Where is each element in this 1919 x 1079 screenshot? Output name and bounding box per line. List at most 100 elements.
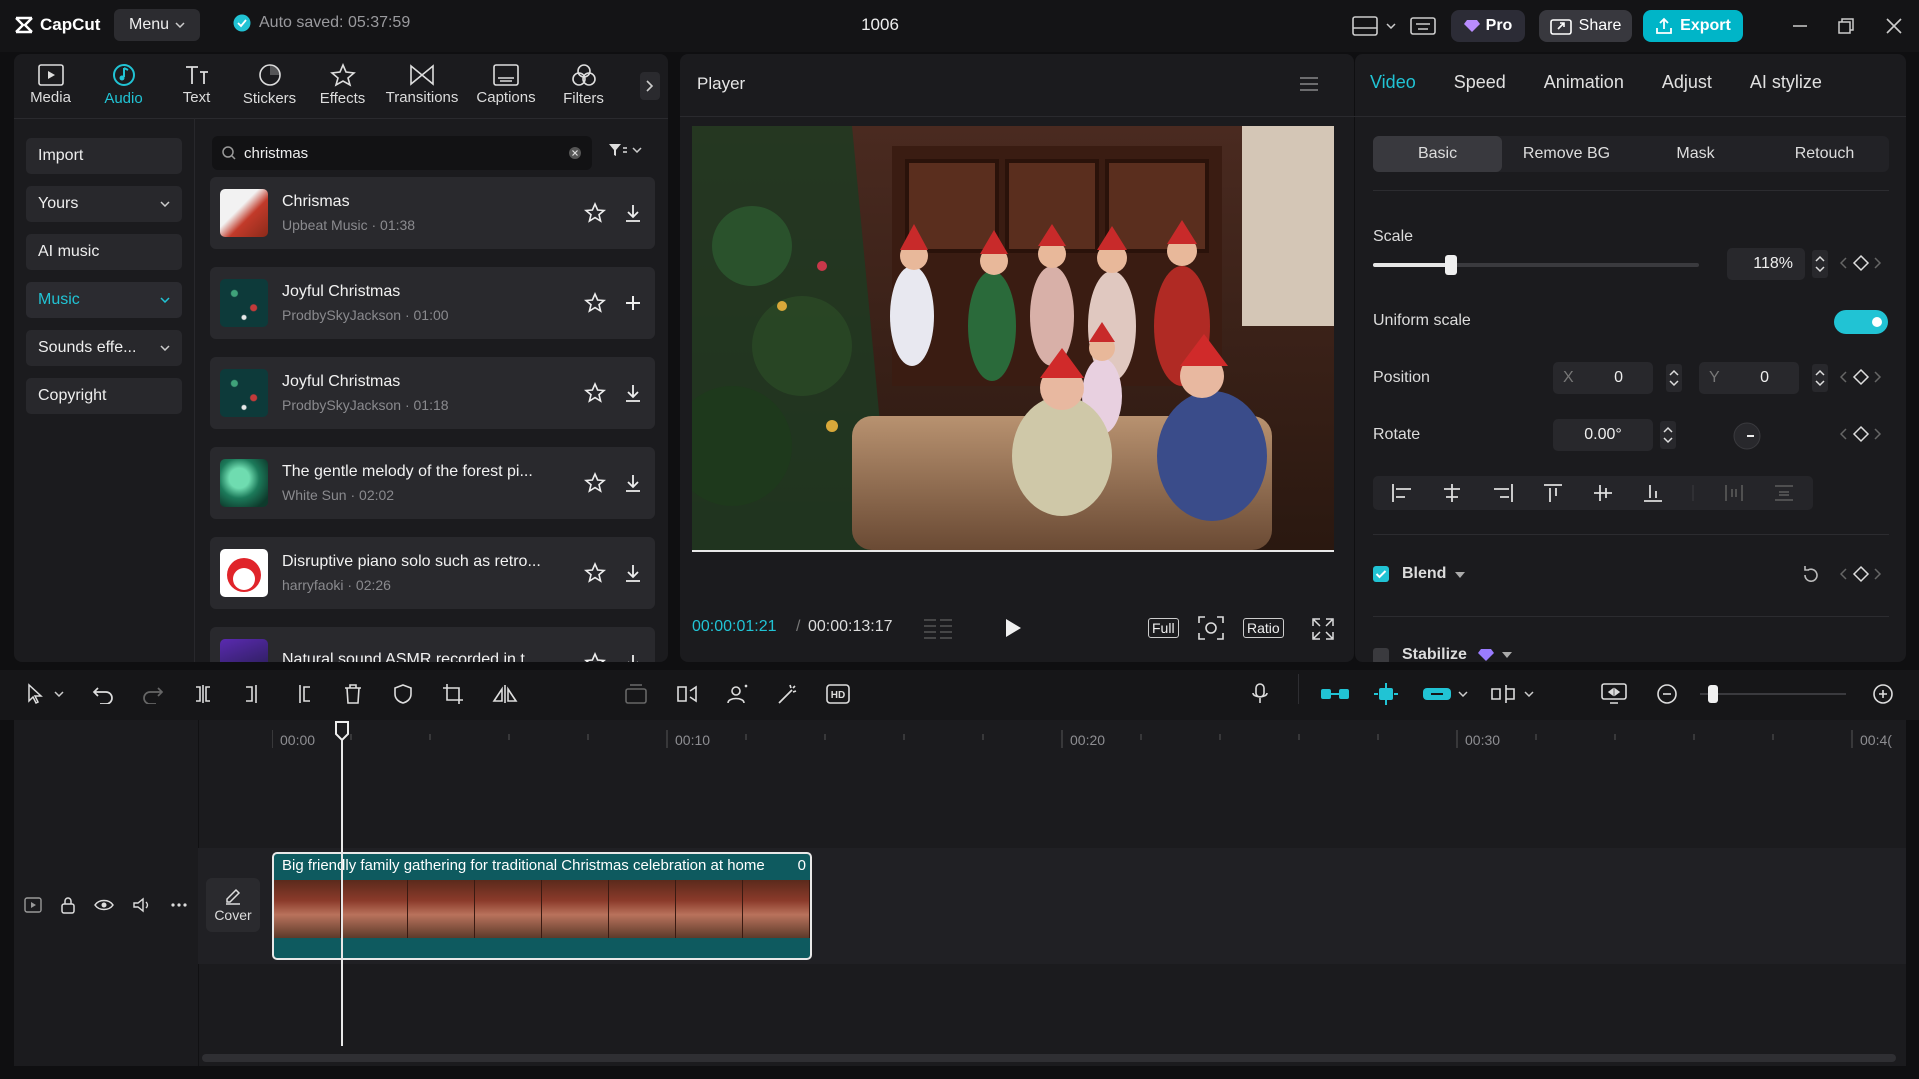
favorite-star-icon[interactable] (583, 291, 607, 315)
list-item[interactable]: The gentle melody of the forest pi... Whi… (210, 447, 655, 519)
scale-input[interactable]: 118% (1727, 248, 1805, 280)
magic-wand-icon[interactable] (776, 683, 800, 705)
download-icon[interactable] (621, 381, 645, 405)
playhead[interactable] (341, 722, 343, 1046)
chevron-right-icon[interactable] (1874, 371, 1882, 383)
close-button[interactable] (1884, 16, 1904, 36)
scale-slider[interactable] (1373, 255, 1699, 275)
more-options-icon[interactable] (170, 902, 188, 908)
chevron-left-icon[interactable] (1840, 371, 1848, 383)
select-tool-button[interactable] (26, 683, 64, 705)
zoom-fit-button[interactable] (1198, 616, 1224, 640)
scale-stepper[interactable] (1812, 250, 1828, 278)
position-y-stepper[interactable] (1812, 364, 1828, 392)
position-y-input[interactable]: Y 0 (1699, 362, 1799, 394)
tab-captions[interactable]: Captions (465, 54, 547, 116)
rotate-input[interactable]: 0.00° (1553, 419, 1653, 451)
sidebar-item-ai-music[interactable]: AI music (26, 234, 182, 270)
list-item[interactable]: Disruptive piano solo such as retro... ha… (210, 537, 655, 609)
auto-snap-icon[interactable] (1372, 682, 1400, 706)
lock-icon[interactable] (60, 896, 76, 914)
shield-icon[interactable] (392, 683, 414, 705)
subtab-mask[interactable]: Mask (1631, 136, 1760, 172)
cover-button[interactable]: Cover (206, 878, 260, 932)
align-right-icon[interactable] (1492, 483, 1514, 503)
align-left-icon[interactable] (1391, 483, 1413, 503)
favorite-star-icon[interactable] (583, 651, 607, 662)
timeline-grid-button[interactable] (922, 616, 954, 640)
record-voice-button[interactable] (1250, 682, 1270, 706)
share-button[interactable]: Share (1539, 10, 1632, 42)
uniform-scale-toggle[interactable] (1834, 310, 1888, 334)
fullscreen-button[interactable] (1312, 618, 1334, 640)
main-track-magnet-icon[interactable] (1320, 683, 1350, 705)
delete-icon[interactable] (342, 683, 364, 705)
download-icon[interactable] (621, 471, 645, 495)
link-clips-dropdown[interactable] (1422, 683, 1468, 705)
zoom-in-button[interactable] (1872, 683, 1894, 705)
keyframe-diamond-icon[interactable] (1852, 565, 1870, 583)
blend-reset-button[interactable] (1800, 564, 1822, 586)
caret-down-icon[interactable] (1502, 652, 1512, 658)
hd-icon[interactable]: HD (826, 683, 852, 705)
sidebar-item-import[interactable]: Import (26, 138, 182, 174)
player-menu-button[interactable] (1298, 76, 1320, 92)
keyframe-diamond-icon[interactable] (1852, 425, 1870, 443)
timeline-horizontal-scrollbar[interactable] (202, 1054, 1896, 1062)
tab-speed[interactable]: Speed (1454, 72, 1506, 93)
undo-icon[interactable] (92, 684, 114, 704)
sidebar-item-yours[interactable]: Yours (26, 186, 182, 222)
split-left-icon[interactable] (242, 683, 264, 705)
auto-reframe-icon[interactable] (724, 683, 750, 705)
split-icon[interactable] (192, 683, 214, 705)
rotate-dial[interactable] (1732, 421, 1762, 451)
timeline-fit-button[interactable] (1600, 682, 1628, 704)
filter-button[interactable] (608, 142, 642, 158)
play-button[interactable] (1004, 618, 1022, 638)
list-item[interactable]: Chrismas Upbeat Music · 01:38 (210, 177, 655, 249)
preview-axis-dropdown[interactable] (1490, 683, 1534, 705)
favorite-star-icon[interactable] (583, 471, 607, 495)
tab-animation[interactable]: Animation (1544, 72, 1624, 93)
video-preview[interactable] (692, 126, 1334, 550)
tab-filters[interactable]: Filters (547, 54, 620, 116)
align-center-vertical-icon[interactable] (1592, 483, 1614, 503)
search-input[interactable]: christmas (244, 145, 560, 162)
chevron-right-icon[interactable] (1874, 428, 1882, 440)
distribute-horizontal-icon[interactable] (1723, 483, 1745, 503)
minimize-button[interactable] (1790, 16, 1810, 36)
subtab-retouch[interactable]: Retouch (1760, 136, 1889, 172)
export-button[interactable]: Export (1643, 10, 1743, 42)
sidebar-item-music[interactable]: Music (26, 282, 182, 318)
list-item[interactable]: Joyful Christmas ProdbySkyJackson · 01:00 (210, 267, 655, 339)
full-quality-button[interactable]: Full (1148, 618, 1179, 638)
download-icon[interactable] (621, 651, 645, 662)
timeline-zoom-slider[interactable] (1700, 685, 1846, 703)
tabs-scroll-right-button[interactable] (640, 72, 660, 100)
scale-slider-handle[interactable] (1445, 255, 1458, 275)
tab-audio[interactable]: Audio (87, 54, 160, 116)
reverse-icon[interactable] (674, 683, 698, 705)
video-clip[interactable]: Big friendly family gathering for tradit… (272, 852, 812, 960)
tab-transitions[interactable]: Transitions (379, 54, 465, 116)
mirror-icon[interactable] (492, 683, 518, 705)
position-x-input[interactable]: X 0 (1553, 362, 1653, 394)
restore-button[interactable] (1836, 16, 1856, 36)
keyframe-diamond-icon[interactable] (1852, 368, 1870, 386)
subtab-basic[interactable]: Basic (1373, 136, 1502, 172)
list-item[interactable]: Natural sound ASMR recorded in t... (210, 627, 655, 662)
blend-checkbox[interactable] (1373, 566, 1389, 582)
subtab-remove-bg[interactable]: Remove BG (1502, 136, 1631, 172)
rotate-stepper[interactable] (1660, 421, 1676, 449)
tab-adjust[interactable]: Adjust (1662, 72, 1712, 93)
favorite-star-icon[interactable] (583, 561, 607, 585)
speaker-icon[interactable] (132, 897, 152, 913)
align-center-horizontal-icon[interactable] (1441, 483, 1463, 503)
menu-button[interactable]: Menu (114, 9, 200, 41)
chevron-right-icon[interactable] (1874, 257, 1882, 269)
favorite-star-icon[interactable] (583, 201, 607, 225)
clear-icon[interactable] (568, 146, 582, 160)
tab-effects[interactable]: Effects (306, 54, 379, 116)
align-bottom-icon[interactable] (1642, 483, 1664, 503)
download-icon[interactable] (621, 561, 645, 585)
